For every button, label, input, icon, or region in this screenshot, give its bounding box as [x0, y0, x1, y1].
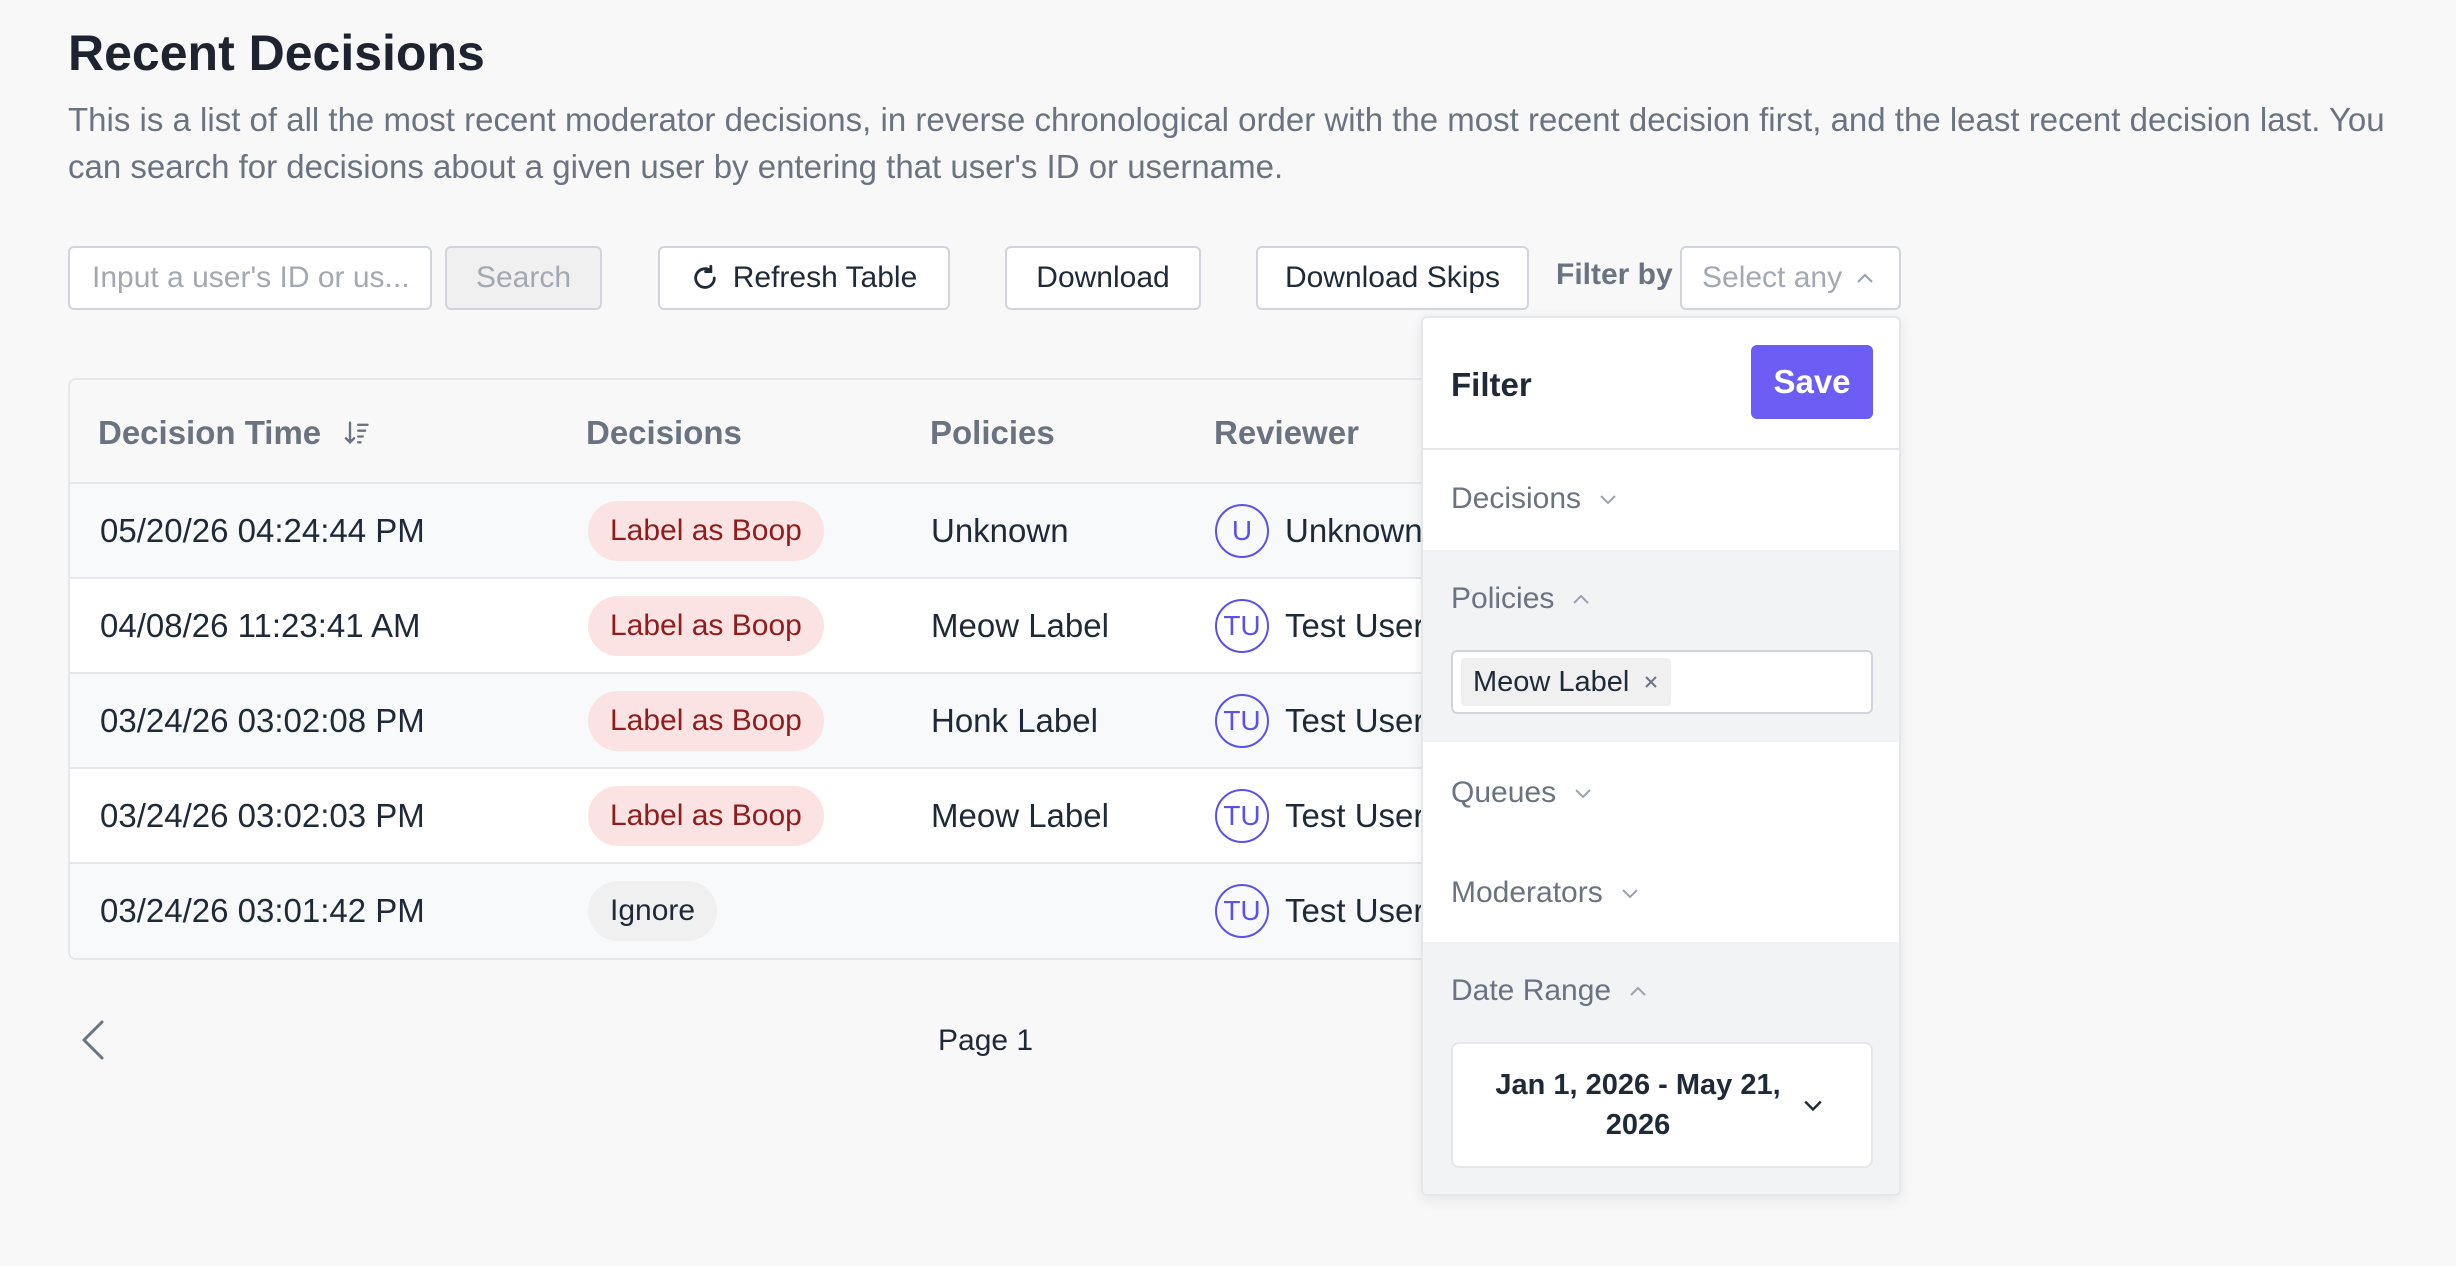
policy-cell: Meow Label	[931, 606, 1109, 644]
decision-cell: Label as Boop	[588, 579, 824, 672]
reviewer-cell: TU Test User	[1215, 579, 1424, 672]
decision-cell: Label as Boop	[588, 674, 824, 767]
avatar: U	[1215, 503, 1269, 558]
download-skips-label: Download Skips	[1284, 261, 1501, 294]
filter-panel: Filter Save Decisions Policies Meow Labe…	[1421, 316, 1901, 1196]
decision-badge: Ignore	[588, 880, 718, 941]
policy-cell: Unknown	[931, 511, 1069, 549]
filter-section-queues: Queues	[1423, 742, 1899, 842]
table-row[interactable]: 04/08/26 11:23:41 AM Label as Boop Meow La…	[70, 579, 1566, 674]
filter-select[interactable]: Select any	[1680, 246, 1901, 310]
policy-cell: Honk Label	[931, 701, 1098, 739]
save-button[interactable]: Save	[1751, 345, 1873, 419]
download-skips-button[interactable]: Download Skips	[1256, 246, 1529, 310]
filter-panel-title: Filter	[1451, 366, 1532, 403]
decisions-table: Decision Time Decisions Policies Reviewe…	[68, 378, 1568, 960]
policy-tag: Meow Label	[1461, 658, 1672, 706]
chevron-up-icon	[1573, 594, 1590, 604]
column-reviewer[interactable]: Reviewer	[1214, 414, 1359, 452]
chevron-up-icon	[1630, 986, 1646, 996]
avatar: TU	[1215, 788, 1269, 843]
column-decision-time-label: Decision Time	[98, 414, 322, 451]
filter-panel-header: Filter Save	[1423, 318, 1899, 450]
reviewer-cell: TU Test User	[1215, 674, 1424, 767]
date-range-value: Jan 1, 2026 - May 21, 2026	[1495, 1069, 1781, 1141]
avatar: TU	[1215, 598, 1269, 653]
table-body: 05/20/26 04:24:44 PM Label as Boop Unknown…	[70, 484, 1566, 958]
table-row[interactable]: 03/24/26 03:02:03 PM Label as Boop Meow La…	[70, 769, 1566, 864]
chevron-up-icon	[1857, 273, 1873, 283]
filter-section-decisions: Decisions	[1423, 450, 1899, 550]
decision-cell: Ignore	[588, 864, 718, 957]
previous-page-icon[interactable]	[78, 1018, 108, 1062]
refresh-icon	[694, 264, 716, 289]
reviewer-name: Test User	[1285, 796, 1425, 834]
decisions-section-toggle[interactable]: Decisions	[1451, 482, 1617, 516]
policies-multiselect[interactable]: Meow Label	[1451, 650, 1873, 714]
moderators-section-label: Moderators	[1451, 876, 1603, 909]
policy-tag-label: Meow Label	[1473, 665, 1630, 698]
search-button-label: Search	[475, 261, 572, 294]
chevron-down-icon	[1804, 1100, 1822, 1112]
download-button[interactable]: Download	[1005, 246, 1201, 310]
table-row[interactable]: 03/24/26 03:02:08 PM Label as Boop Honk La…	[70, 674, 1566, 769]
filter-select-placeholder: Select any	[1702, 261, 1843, 294]
page-description: This is a list of all the most recent mo…	[68, 101, 2385, 185]
filter-section-date-range: Date Range Jan 1, 2026 - May 21, 2026	[1423, 942, 1899, 1194]
filter-section-policies: Policies Meow Label	[1423, 550, 1899, 742]
column-decisions[interactable]: Decisions	[586, 414, 742, 452]
decision-badge: Label as Boop	[588, 690, 824, 751]
table-row[interactable]: 03/24/26 03:01:42 PM Ignore TU Test User	[70, 864, 1566, 958]
decision-badge: Label as Boop	[588, 785, 824, 846]
decision-cell: Label as Boop	[588, 769, 824, 862]
queues-section-toggle[interactable]: Queues	[1451, 776, 1592, 810]
date-range-picker[interactable]: Jan 1, 2026 - May 21, 2026	[1451, 1042, 1873, 1168]
decision-badge: Label as Boop	[588, 500, 824, 561]
table-row[interactable]: 05/20/26 04:24:44 PM Label as Boop Unknown…	[70, 484, 1566, 579]
policies-section-toggle[interactable]: Policies	[1451, 582, 1590, 616]
column-policies[interactable]: Policies	[930, 414, 1055, 452]
moderators-section-toggle[interactable]: Moderators	[1451, 876, 1639, 910]
close-icon[interactable]	[1643, 674, 1659, 690]
refresh-label: Refresh Table	[732, 261, 918, 294]
decision-time-cell: 04/08/26 11:23:41 AM	[100, 606, 421, 644]
chevron-down-icon	[1575, 789, 1591, 799]
reviewer-cell: U Unknown	[1215, 484, 1423, 577]
search-input[interactable]	[68, 246, 432, 310]
avatar: TU	[1215, 693, 1269, 748]
sort-descending-icon[interactable]	[343, 419, 371, 447]
refresh-table-button[interactable]: Refresh Table	[658, 246, 950, 310]
download-label: Download	[1036, 261, 1170, 294]
policies-section-label: Policies	[1451, 582, 1555, 615]
page-indicator: Page 1	[938, 1024, 1034, 1057]
page-title: Recent Decisions	[68, 25, 485, 81]
decisions-section-label: Decisions	[1451, 482, 1582, 515]
reviewer-name: Test User	[1285, 701, 1425, 739]
reviewer-name: Unknown	[1285, 511, 1423, 549]
column-decision-time[interactable]: Decision Time	[98, 414, 371, 452]
decision-time-cell: 05/20/26 04:24:44 PM	[100, 511, 425, 549]
search-button[interactable]: Search	[445, 246, 602, 310]
date-range-section-label: Date Range	[1451, 974, 1612, 1007]
filter-section-moderators: Moderators	[1423, 842, 1899, 942]
decision-cell: Label as Boop	[588, 484, 824, 577]
date-range-section-toggle[interactable]: Date Range	[1451, 974, 1647, 1008]
decision-time-cell: 03/24/26 03:01:42 PM	[100, 891, 425, 929]
table-header: Decision Time Decisions Policies Reviewe…	[70, 380, 1566, 484]
chevron-down-icon	[1622, 889, 1638, 899]
reviewer-cell: TU Test User	[1215, 864, 1424, 957]
reviewer-name: Test User	[1285, 891, 1425, 929]
decision-time-cell: 03/24/26 03:02:08 PM	[100, 701, 425, 739]
filter-by-label: Filter by	[1556, 258, 1673, 291]
policy-cell: Meow Label	[931, 796, 1109, 834]
reviewer-cell: TU Test User	[1215, 769, 1424, 862]
decision-badge: Label as Boop	[588, 595, 824, 656]
decision-time-cell: 03/24/26 03:02:03 PM	[100, 796, 425, 834]
avatar: TU	[1215, 883, 1269, 938]
reviewer-name: Test User	[1285, 606, 1425, 644]
queues-section-label: Queues	[1451, 776, 1557, 809]
chevron-down-icon	[1600, 495, 1616, 505]
